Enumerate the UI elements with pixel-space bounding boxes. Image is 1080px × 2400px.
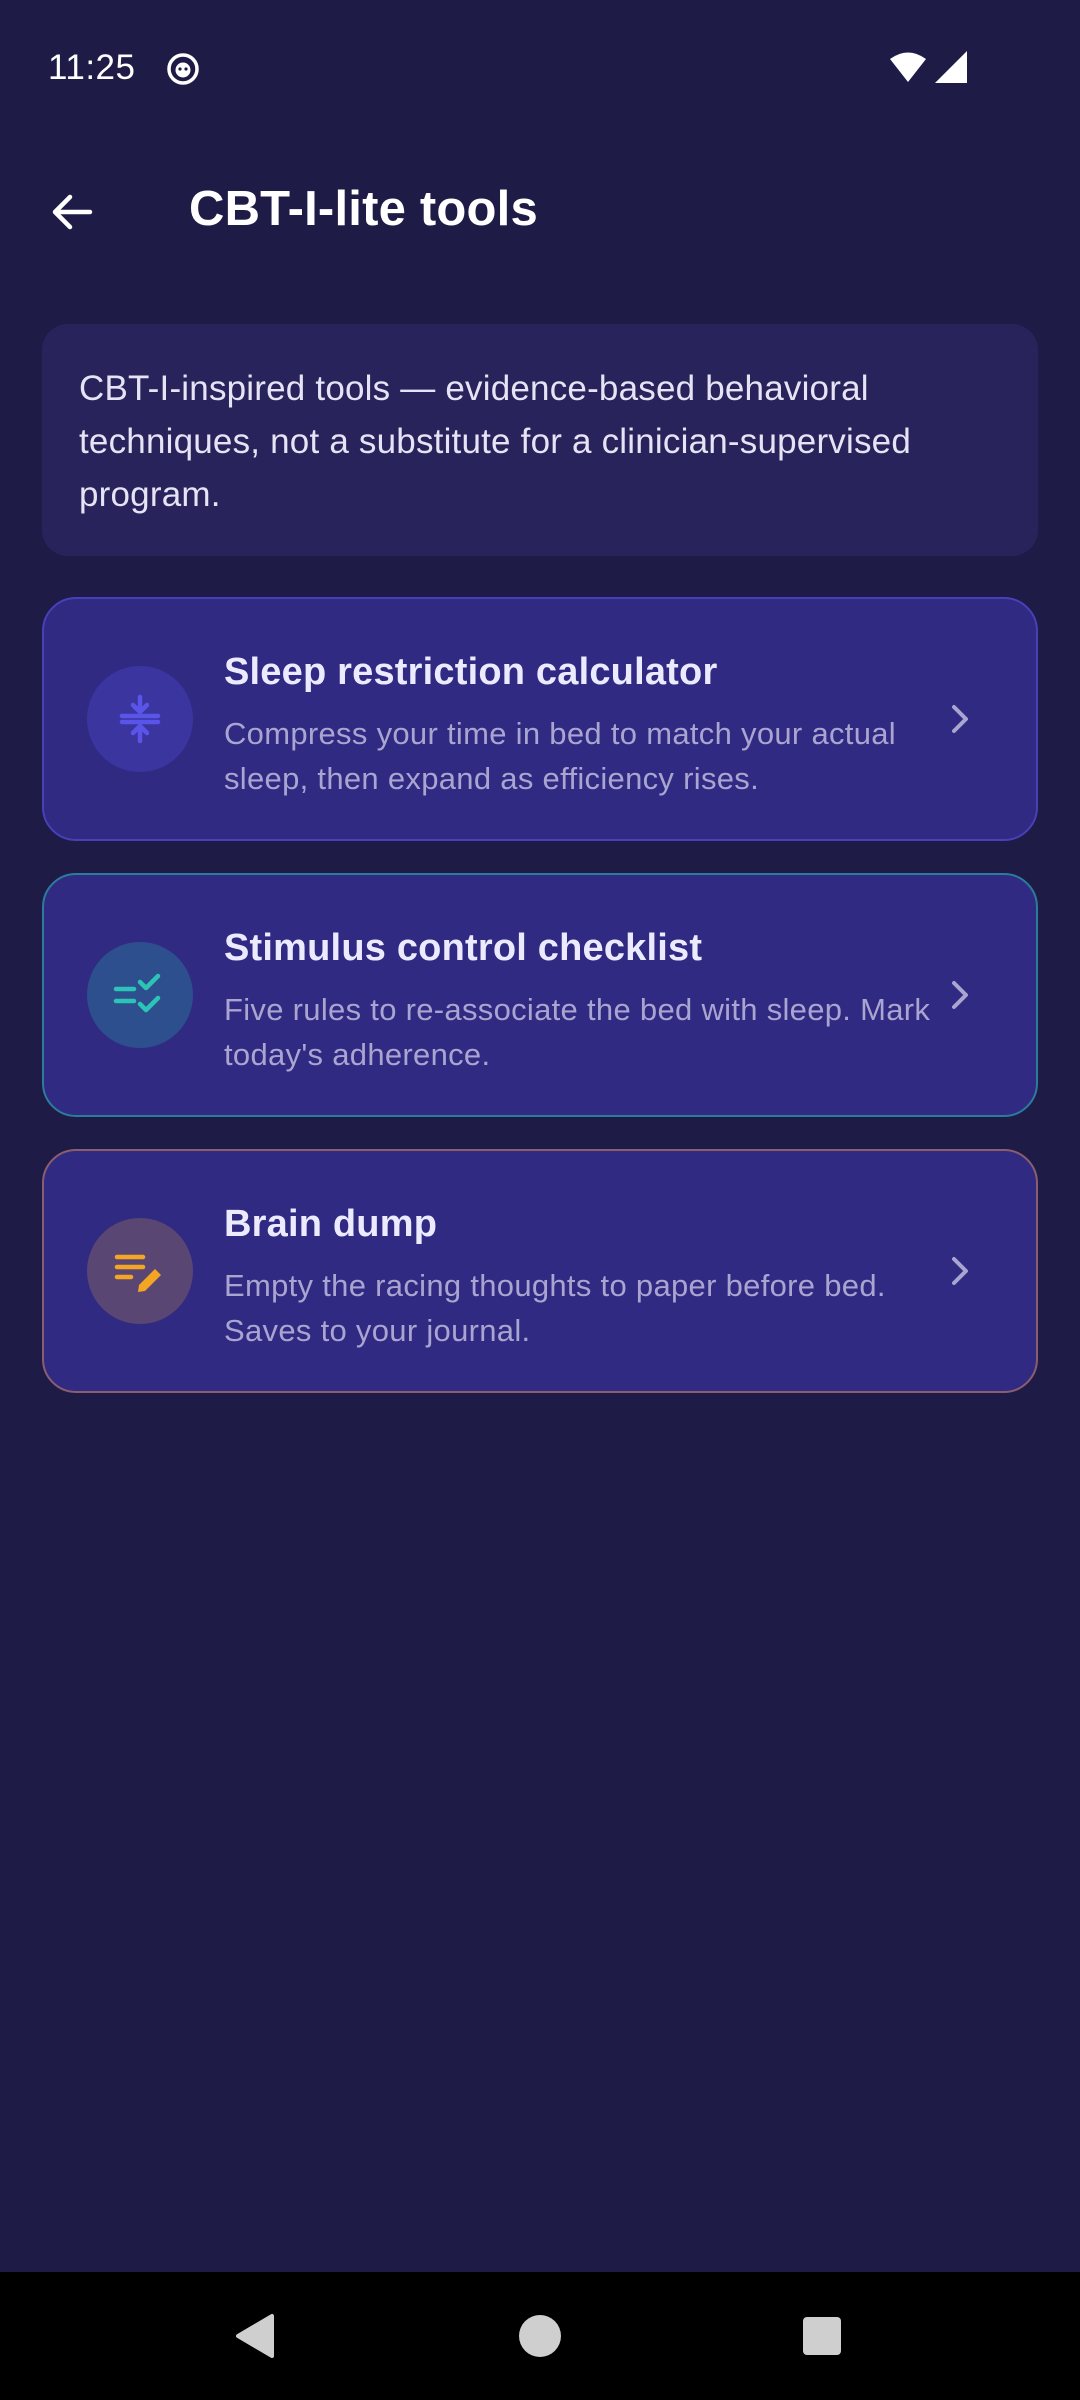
checklist-icon [113,973,161,1013]
edit-note-icon [114,1254,161,1292]
tool-description: Compress your time in bed to match your … [224,716,896,796]
arrow-back-icon [52,194,93,230]
chevron-right-icon [952,1257,968,1285]
tool-icon-badge [87,942,193,1048]
chevron-right-icon [952,705,968,733]
tool-description: Five rules to re-associate the bed with … [224,992,931,1072]
tool-icon-badge [87,1218,193,1324]
tool-card-stimulus-control[interactable]: Stimulus control checklist Five rules to… [42,873,1038,1117]
tool-description: Empty the racing thoughts to paper befor… [224,1268,886,1348]
wifi-icon [890,52,926,82]
status-time: 11:25 [48,48,136,87]
nav-back-icon[interactable] [232,2312,280,2360]
app-notification-icon [167,53,199,85]
app-bar: CBT-I-lite tools [0,150,1080,270]
tool-title: Stimulus control checklist [224,927,703,969]
system-nav-bar [0,2272,1080,2400]
tool-icon-badge [87,666,193,772]
compress-icon [119,694,161,744]
nav-recents-icon[interactable] [802,2316,842,2356]
chevron-right-icon [952,981,968,1009]
page-title: CBT-I-lite tools [189,182,538,236]
screen: 11:25 CBT-I-lite tools CBT-I-inspired to… [0,0,1080,2400]
disclaimer-text: CBT-I-inspired tools — evidence-based be… [79,369,912,514]
cell-signal-icon [935,51,967,83]
tool-card-brain-dump[interactable]: Brain dump Empty the racing thoughts to … [42,1149,1038,1393]
tool-card-sleep-restriction[interactable]: Sleep restriction calculator Compress yo… [42,597,1038,841]
nav-home-icon[interactable] [518,2314,562,2358]
tool-title: Brain dump [224,1203,438,1245]
disclaimer-card: CBT-I-inspired tools — evidence-based be… [42,324,1038,556]
tool-title: Sleep restriction calculator [224,651,718,693]
status-bar: 11:25 [0,0,1080,136]
back-button[interactable] [40,180,104,244]
